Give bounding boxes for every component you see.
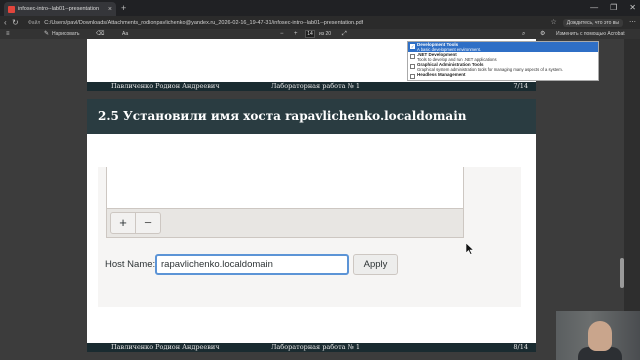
text-tool[interactable]: Aa: [122, 31, 128, 37]
apply-button[interactable]: Apply: [353, 254, 398, 275]
star-icon[interactable]: ☆: [550, 17, 556, 28]
pdf-page-8: 2.5 Установили имя хоста rapavlichenko.l…: [87, 99, 536, 343]
pdf-favicon-icon: [8, 5, 15, 13]
gear-icon[interactable]: ⚙: [540, 29, 545, 39]
webcam-overlay: [556, 311, 640, 360]
software-list-item[interactable]: Graphical Administration Tools Graphical …: [408, 62, 598, 72]
new-tab-button[interactable]: +: [121, 3, 126, 13]
browser-titlebar: infosec-intro--lab01--presentation × + —…: [0, 0, 640, 16]
footer-author: Павличенко Родион Андреевич: [111, 82, 220, 90]
zoom-out-button[interactable]: −: [280, 29, 284, 39]
webcam-person-face: [588, 321, 612, 351]
tab-title: infosec-intro--lab01--presentation: [18, 6, 100, 12]
checkbox[interactable]: [410, 64, 415, 69]
scrollbar-thumb[interactable]: [620, 258, 624, 288]
screenshot-network-hostname: + −: [98, 167, 521, 307]
search-icon[interactable]: ⌕: [522, 29, 525, 39]
slide-title: 2.5 Установили имя хоста rapavlichenko.l…: [98, 109, 467, 123]
maximize-button[interactable]: ❐: [610, 2, 617, 14]
zoom-in-button[interactable]: +: [294, 29, 298, 39]
edit-acrobat-button[interactable]: Изменить с помощью Acrobat: [556, 31, 625, 37]
remove-connection-button[interactable]: −: [135, 212, 161, 234]
footer-page-number: 8/14: [513, 343, 528, 351]
page-total: из 20: [319, 31, 332, 37]
minimize-button[interactable]: —: [590, 2, 598, 14]
url-field[interactable]: Файл C:/Users/pavl/Downloads/Attachments…: [28, 18, 548, 27]
software-list-item[interactable]: .NET Development Tools to develop and run…: [408, 52, 598, 62]
checkbox[interactable]: [410, 74, 415, 79]
close-window-button[interactable]: ✕: [629, 2, 636, 14]
page-number-input[interactable]: 14: [305, 30, 315, 38]
host-name-input[interactable]: rapavlichenko.localdomain: [155, 254, 349, 275]
reload-icon[interactable]: ↻: [12, 17, 19, 28]
software-list-item[interactable]: ✓ Development Tools A basic development en…: [408, 42, 598, 52]
slide-header: 2.5 Установили имя хоста rapavlichenko.l…: [87, 99, 536, 134]
page-8-footer: Павличенко Родион Андреевич Лабораторная…: [87, 343, 536, 352]
draw-icon[interactable]: ✎: [44, 29, 49, 39]
eraser-icon[interactable]: ⌫: [96, 29, 104, 39]
footer-page-number: 7/14: [513, 82, 528, 90]
address-bar-actions: ☆ Дождитесь, что это вы ⋯: [550, 17, 636, 28]
mouse-cursor-icon: [466, 243, 474, 255]
fit-page-icon[interactable]: ⤢: [342, 29, 347, 39]
browser-tab[interactable]: infosec-intro--lab01--presentation ×: [4, 2, 116, 16]
yandex-prompt-button[interactable]: Дождитесь, что это вы: [562, 18, 623, 27]
list-toolbar: + −: [106, 208, 464, 238]
pdf-toolbar: ≡ ✎ Нарисовать ⌫ Aa − + 14 из 20 ⤢ ⌕ ⚙ И…: [0, 29, 640, 39]
draw-label[interactable]: Нарисовать: [52, 31, 79, 37]
url-file-label: Файл: [28, 19, 41, 26]
window-controls: — ❐ ✕: [590, 2, 636, 14]
more-icon[interactable]: ⋯: [629, 17, 636, 28]
checkbox[interactable]: ✓: [410, 44, 415, 49]
software-title: Headless Management: [417, 72, 466, 77]
page-7-footer: Павличенко Родион Андреевич Лабораторная…: [87, 82, 536, 91]
footer-author: Павличенко Родион Андреевич: [111, 343, 220, 351]
checkbox[interactable]: [410, 54, 415, 59]
url-text: C:/Users/pavl/Downloads/Attachments_rodi…: [44, 19, 364, 26]
host-name-label: Host Name:: [105, 259, 156, 270]
back-icon[interactable]: ‹: [4, 17, 7, 28]
connections-list: [106, 167, 464, 209]
address-bar: ‹ ↻ Файл C:/Users/pavl/Downloads/Attachm…: [0, 16, 640, 29]
footer-work: Лабораторная работа № 1: [271, 82, 360, 90]
software-selection-list: ✓ Development Tools A basic development en…: [407, 41, 599, 81]
software-list-item[interactable]: Headless Management: [408, 72, 598, 80]
tab-close-icon[interactable]: ×: [108, 6, 112, 13]
add-connection-button[interactable]: +: [110, 212, 136, 234]
menu-icon[interactable]: ≡: [6, 29, 10, 39]
footer-work: Лабораторная работа № 1: [271, 343, 360, 351]
